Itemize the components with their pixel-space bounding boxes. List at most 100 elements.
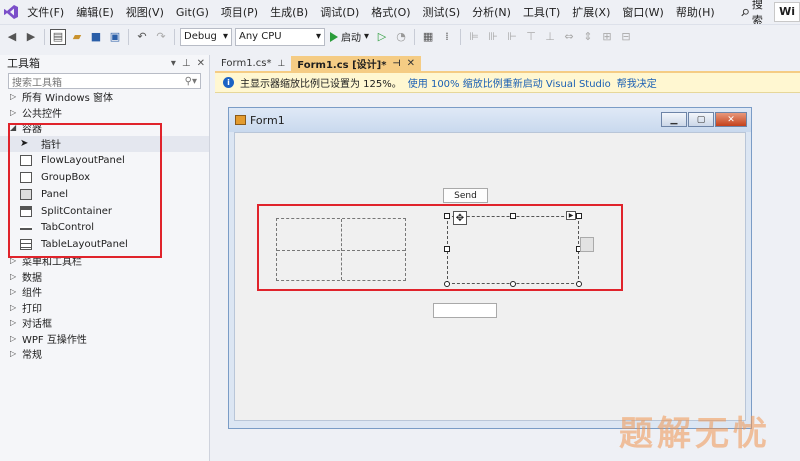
start-without-debugging-icon[interactable]: ▷ <box>374 29 390 45</box>
toolbox-item-panel[interactable]: Panel <box>0 186 209 203</box>
grid-icon[interactable]: ⊞ <box>599 29 615 45</box>
window-badge[interactable]: Wi <box>774 2 800 22</box>
hot-reload-icon[interactable]: ◔ <box>393 29 409 45</box>
tab-form1-designer[interactable]: Form1.cs [设计]* ⊣ ✕ <box>291 56 422 71</box>
close-icon[interactable]: ✕ <box>197 58 205 69</box>
menu-help[interactable]: 帮助(H) <box>670 4 721 20</box>
toolbox-group[interactable]: ▷ 所有 Windows 窗体 <box>0 89 209 105</box>
toolbox-group[interactable]: ▷ 数据 <box>0 269 209 285</box>
menu-test[interactable]: 测试(S) <box>417 4 467 20</box>
expand-arrow-icon: ▷ <box>10 318 17 328</box>
overflow-icon[interactable]: ⁞ <box>439 29 455 45</box>
toolbox-item-flowlayoutpanel[interactable]: FlowLayoutPanel <box>0 152 209 169</box>
redo-icon[interactable]: ↷ <box>153 29 169 45</box>
menu-format[interactable]: 格式(O) <box>365 4 416 20</box>
send-button[interactable]: Send <box>443 188 488 203</box>
save-all-icon[interactable]: ▣ <box>107 29 123 45</box>
menu-build[interactable]: 生成(B) <box>264 4 314 20</box>
pin-icon[interactable]: ⊥ <box>277 59 285 69</box>
toolbox-panel: 工具箱 ▾ ⊥ ✕ 搜索工具箱 ⚲▾ ▷ 所有 Windows 窗体 ▷ 公共控… <box>0 55 210 461</box>
same-width-icon[interactable]: ⇔ <box>561 29 577 45</box>
save-icon[interactable]: ■ <box>88 29 104 45</box>
align-middle-icon[interactable]: ⊥ <box>542 29 558 45</box>
layout-icon[interactable]: ▦ <box>420 29 436 45</box>
help-decide-link[interactable]: 帮我决定 <box>617 75 657 90</box>
toolbox-group-containers[interactable]: ◢ 容器 <box>0 120 209 136</box>
toolbox-item-pointer[interactable]: ➤ 指针 <box>0 135 209 153</box>
expand-arrow-icon: ▷ <box>10 92 17 102</box>
resize-handle[interactable] <box>576 213 582 219</box>
toolbox-search-input[interactable]: 搜索工具箱 ⚲▾ <box>8 73 201 89</box>
menu-debug[interactable]: 调试(D) <box>314 4 365 20</box>
same-height-icon[interactable]: ⇕ <box>580 29 596 45</box>
menu-file[interactable]: 文件(F) <box>21 4 70 20</box>
toolbox-group[interactable]: ▷ 对话框 <box>0 315 209 331</box>
new-project-icon[interactable]: ▤ <box>50 28 66 45</box>
toolbox-group[interactable]: ▷ 组件 <box>0 284 209 300</box>
table-layout-panel[interactable] <box>276 218 406 281</box>
visual-studio-logo-icon[interactable] <box>0 0 21 24</box>
menu-extensions[interactable]: 扩展(X) <box>566 4 616 20</box>
menu-tools[interactable]: 工具(T) <box>517 4 566 20</box>
expand-arrow-icon: ▷ <box>10 271 17 281</box>
configuration-value: Debug <box>184 31 217 42</box>
menu-project[interactable]: 项目(P) <box>215 4 264 20</box>
resize-handle[interactable] <box>510 281 516 287</box>
menu-edit[interactable]: 编辑(E) <box>70 4 120 20</box>
toolbox-group[interactable]: ▷ 公共控件 <box>0 105 209 121</box>
open-folder-icon[interactable]: ▰ <box>69 29 85 45</box>
toolbox-group[interactable]: ▷ 菜单和工具栏 <box>0 253 209 269</box>
menu-analyze[interactable]: 分析(N) <box>466 4 517 20</box>
start-button[interactable]: 启动 ▾ <box>328 29 371 44</box>
tab-form1-code[interactable]: Form1.cs* ⊥ <box>215 56 291 71</box>
forward-icon[interactable]: ▶ <box>23 29 39 45</box>
text-box[interactable] <box>433 303 497 318</box>
tab-label: Form1.cs* <box>221 58 272 69</box>
menu-view[interactable]: 视图(V) <box>120 4 170 20</box>
platform-select[interactable]: Any CPU ▾ <box>235 27 325 46</box>
resize-handle[interactable] <box>444 281 450 287</box>
selected-panel[interactable] <box>447 216 579 284</box>
resize-handle[interactable] <box>510 213 516 219</box>
expand-arrow-icon: ▷ <box>10 107 17 117</box>
toolbar-separator <box>44 28 45 45</box>
toolbox-item-groupbox[interactable]: GroupBox <box>0 169 209 186</box>
pin-icon[interactable]: ⊥ <box>182 58 191 69</box>
undo-icon[interactable]: ↶ <box>134 29 150 45</box>
close-window-icon[interactable]: ✕ <box>715 112 747 127</box>
maximize-icon[interactable]: ▢ <box>688 112 714 127</box>
align-right-icon[interactable]: ⊩ <box>504 29 520 45</box>
panel-icon <box>20 188 32 200</box>
menu-window[interactable]: 窗口(W) <box>616 4 669 20</box>
toolbox-item-tablelayoutpanel[interactable]: TableLayoutPanel <box>0 236 209 253</box>
panel-options-icon[interactable]: ▾ <box>171 58 176 69</box>
configuration-select[interactable]: Debug ▾ <box>180 27 232 46</box>
toolbox-item-tabcontrol[interactable]: TabControl <box>0 219 209 236</box>
small-control[interactable] <box>580 237 594 252</box>
smart-tag-icon[interactable]: ▶ <box>566 211 576 220</box>
back-icon[interactable]: ◀ <box>4 29 20 45</box>
toolbox-group[interactable]: ▷ 打印 <box>0 300 209 316</box>
toolbox-search-placeholder: 搜索工具箱 <box>12 77 62 89</box>
restart-100-link[interactable]: 使用 100% 缩放比例重新启动 Visual Studio <box>408 75 611 90</box>
chevron-down-icon: ▾ <box>315 31 321 42</box>
document-tabs: Form1.cs* ⊥ Form1.cs [设计]* ⊣ ✕ <box>215 55 800 71</box>
resize-handle[interactable] <box>576 281 582 287</box>
resize-handle[interactable] <box>444 213 450 219</box>
minimize-icon[interactable]: ▁ <box>661 112 687 127</box>
menu-git[interactable]: Git(G) <box>170 6 215 19</box>
move-handle-icon[interactable]: ✥ <box>453 211 467 225</box>
toolbox-item-splitcontainer[interactable]: SplitContainer <box>0 203 209 220</box>
align-left-icon[interactable]: ⊫ <box>466 29 482 45</box>
watermark: 题解无忧 <box>619 413 771 454</box>
close-tab-icon[interactable]: ✕ <box>407 58 415 69</box>
pin-icon[interactable]: ⊣ <box>392 59 400 69</box>
align-center-icon[interactable]: ⊪ <box>485 29 501 45</box>
resize-handle[interactable] <box>444 246 450 252</box>
align-top-icon[interactable]: ⊤ <box>523 29 539 45</box>
spacing-icon[interactable]: ⊟ <box>618 29 634 45</box>
window-controls: ▁ ▢ ✕ <box>661 112 747 127</box>
toolbox-group[interactable]: ▷ 常规 <box>0 346 209 362</box>
tab-label: Form1.cs [设计]* <box>297 60 387 71</box>
toolbox-group[interactable]: ▷ WPF 互操作性 <box>0 331 209 347</box>
